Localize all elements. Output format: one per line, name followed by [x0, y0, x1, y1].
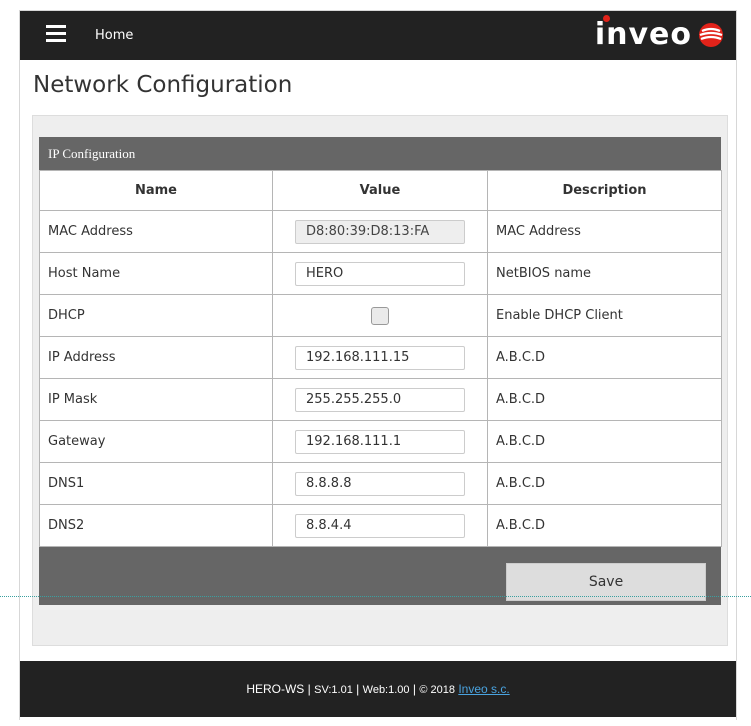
footer-copyright: © 2018 [419, 684, 455, 696]
row-name: IP Mask [39, 378, 273, 421]
ip-config-caption: IP Configuration [39, 137, 721, 170]
ip-config-table: Name Value Description MAC Address MAC A… [39, 170, 722, 547]
row-description: A.B.C.D [487, 336, 722, 379]
ip-address-field[interactable] [295, 345, 465, 370]
row-value-cell [272, 336, 488, 379]
logo-dot-icon [602, 15, 610, 22]
row-description: Enable DHCP Client [487, 294, 722, 337]
home-link[interactable]: Home [95, 28, 133, 43]
dns1-field[interactable] [295, 471, 465, 496]
table-row-dhcp: DHCP Enable DHCP Client [39, 294, 722, 337]
row-value-cell [272, 294, 488, 337]
row-description: A.B.C.D [487, 504, 722, 547]
footer: HERO-WS | SV:1.01 | Web:1.00 | © 2018 In… [20, 661, 736, 717]
footer-separator: | [304, 682, 315, 696]
row-description: NetBIOS name [487, 252, 722, 295]
guide-line [0, 596, 751, 597]
mac-address-field [295, 219, 465, 244]
row-value-cell [272, 252, 488, 295]
row-name: MAC Address [39, 210, 273, 253]
footer-separator: | [352, 682, 363, 696]
table-row-ip-address: IP Address A.B.C.D [39, 336, 722, 379]
table-row-dns1: DNS1 A.B.C.D [39, 462, 722, 505]
column-header-value: Value [272, 170, 488, 211]
row-description: A.B.C.D [487, 462, 722, 505]
row-description: A.B.C.D [487, 420, 722, 463]
row-name: DNS1 [39, 462, 273, 505]
row-name: IP Address [39, 336, 273, 379]
footer-inveo-link[interactable]: Inveo s.c. [458, 682, 509, 696]
table-row-ip-mask: IP Mask A.B.C.D [39, 378, 722, 421]
table-row-mac-address: MAC Address MAC Address [39, 210, 722, 253]
dhcp-checkbox[interactable] [371, 306, 389, 325]
column-header-name: Name [39, 170, 273, 211]
table-header-row: Name Value Description [39, 170, 722, 211]
logo-text: inveo [594, 17, 692, 52]
ip-config-section: IP Configuration Name Value Description … [39, 137, 722, 605]
logo-globe-icon [699, 23, 723, 47]
footer-device: HERO-WS [246, 682, 305, 696]
row-name: Host Name [39, 252, 273, 295]
row-description: A.B.C.D [487, 378, 722, 421]
table-row-gateway: Gateway A.B.C.D [39, 420, 722, 463]
host-name-field[interactable] [295, 261, 465, 286]
table-row-dns2: DNS2 A.B.C.D [39, 504, 722, 547]
ip-mask-field[interactable] [295, 387, 465, 412]
page-title: Network Configuration [33, 72, 293, 98]
table-row-host-name: Host Name NetBIOS name [39, 252, 722, 295]
row-name: Gateway [39, 420, 273, 463]
top-navbar: Home inveo [20, 11, 736, 60]
row-value-cell [272, 504, 488, 547]
menu-icon[interactable] [46, 25, 66, 43]
inveo-logo: inveo [594, 15, 724, 52]
row-value-cell [272, 378, 488, 421]
row-value-cell [272, 462, 488, 505]
footer-separator: | [409, 682, 420, 696]
footer-web: Web:1.00 [362, 684, 410, 696]
row-value-cell [272, 210, 488, 253]
footer-sv: SV:1.01 [314, 684, 353, 696]
row-name: DNS2 [39, 504, 273, 547]
row-name: DHCP [39, 294, 273, 337]
row-value-cell [272, 420, 488, 463]
gateway-field[interactable] [295, 429, 465, 454]
column-header-description: Description [487, 170, 722, 211]
dns2-field[interactable] [295, 513, 465, 538]
row-description: MAC Address [487, 210, 722, 253]
